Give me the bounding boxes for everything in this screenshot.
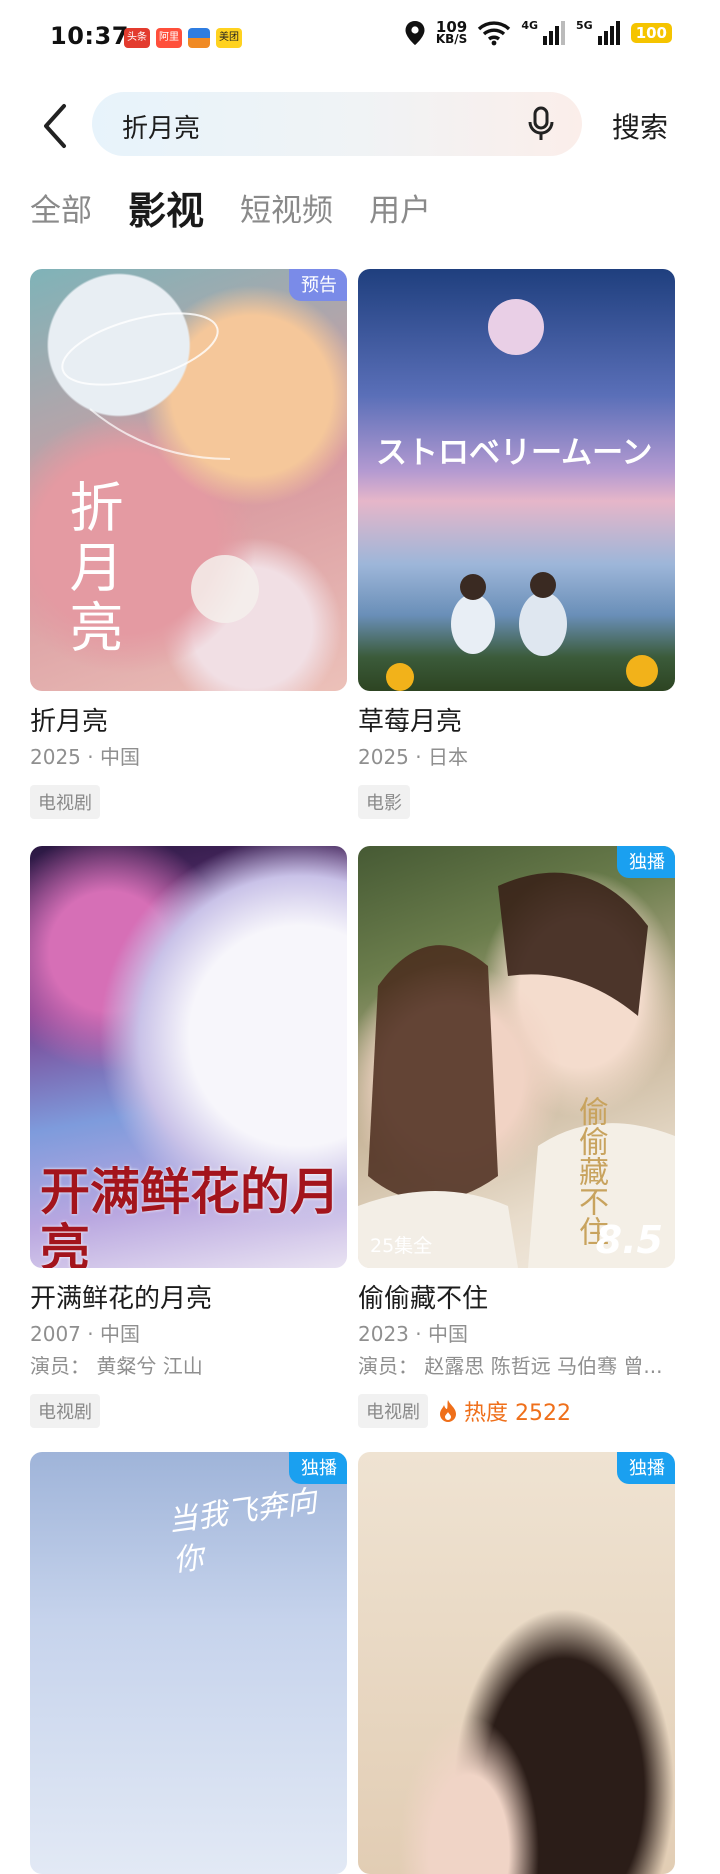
result-meta: 2025 · 中国 (30, 745, 140, 769)
app-icon (188, 28, 210, 48)
battery-icon: 100 (630, 23, 672, 43)
result-meta: 2025 · 日本 (358, 745, 468, 769)
rating-score: 8.5 (595, 1218, 663, 1262)
network-5g-label: 5G (576, 18, 593, 32)
status-time: 10:37 (50, 22, 129, 50)
heat-value: 热度 2522 (464, 1401, 571, 1426)
poster-title: 折月亮 (60, 479, 123, 659)
result-card[interactable]: 开满鲜花的月亮 开满鲜花的月亮 2007 · 中国 演员： 黄粲兮 江山 电视剧 (30, 846, 347, 1428)
result-card[interactable]: 预告 折月亮 折月亮 2025 · 中国 电视剧 (30, 269, 347, 819)
exclusive-tag: 独播 (617, 1452, 675, 1484)
result-cast: 演员： 赵露思 陈哲远 马伯骞 曾... (358, 1354, 663, 1378)
poster-title: 当我飞奔向你 (165, 1483, 319, 1580)
wifi-icon (478, 21, 511, 46)
poster-art (386, 299, 658, 691)
type-tag: 电视剧 (30, 1394, 100, 1428)
result-tabs: 全部 影视 短视频 用户 (30, 180, 467, 236)
poster-image[interactable]: ストロベリームーン (358, 269, 675, 691)
exclusive-tag: 独播 (289, 1452, 347, 1484)
result-cast: 演员： 黄粲兮 江山 (30, 1354, 203, 1378)
result-title[interactable]: 折月亮 (30, 705, 347, 739)
preview-tag: 预告 (289, 269, 347, 301)
ali-icon: 阿里 (156, 28, 182, 48)
status-bar: 10:37 头条 阿里 美团 109 KB/S 4G 5G 100 (0, 0, 720, 80)
poster-image[interactable]: 预告 折月亮 (30, 269, 347, 691)
network-speed: 109 KB/S (435, 18, 468, 46)
poster-title: 开满鲜花的月亮 (40, 1162, 340, 1269)
toutiao-icon: 头条 (124, 28, 150, 48)
result-title[interactable]: 开满鲜花的月亮 (30, 1282, 347, 1316)
search-query[interactable]: 折月亮 (122, 108, 200, 145)
result-card[interactable]: 独播 偷偷藏不住 25集全 8.5 偷偷藏不住 2023 · 中国 演员： 赵露… (358, 846, 675, 1428)
poster-image[interactable]: 独播 偷偷藏不住 25集全 8.5 (358, 846, 675, 1268)
poster-image[interactable]: 独播 当我飞奔向你 (30, 1452, 347, 1874)
poster-art (358, 872, 675, 1268)
meituan-icon: 美团 (216, 28, 242, 48)
result-card[interactable]: ストロベリームーン 草莓月亮 2025 · 日本 电影 (358, 269, 675, 819)
network-4g-label: 4G (521, 18, 538, 32)
exclusive-tag: 独播 (617, 846, 675, 878)
signal-icon (543, 21, 565, 45)
microphone-icon[interactable] (526, 106, 556, 142)
type-tag: 电视剧 (30, 785, 100, 819)
result-meta: 2007 · 中国 (30, 1322, 140, 1346)
tab-users[interactable]: 用户 (369, 186, 431, 236)
result-title[interactable]: 偷偷藏不住 (358, 1282, 675, 1316)
tab-film-tv[interactable]: 影视 (128, 186, 204, 236)
poster-image[interactable]: 独播 (358, 1452, 675, 1874)
heat-indicator: 热度 2522 (438, 1395, 571, 1427)
flame-icon (440, 1400, 456, 1422)
back-arrow-icon[interactable] (34, 100, 78, 152)
episode-count: 25集全 (370, 1235, 433, 1257)
search-input[interactable]: 折月亮 (92, 92, 582, 156)
notification-icons: 头条 阿里 美团 (124, 28, 242, 48)
signal-icon (597, 21, 620, 45)
poster-image[interactable]: 开满鲜花的月亮 (30, 846, 347, 1268)
type-tag: 电视剧 (358, 1394, 428, 1428)
result-card[interactable]: 独播 (358, 1452, 675, 1874)
result-card[interactable]: 独播 当我飞奔向你 (30, 1452, 347, 1874)
location-icon (405, 21, 425, 45)
result-meta: 2023 · 中国 (358, 1322, 468, 1346)
poster-title: ストロベリームーン (376, 435, 653, 471)
tab-all[interactable]: 全部 (30, 186, 92, 236)
result-title[interactable]: 草莓月亮 (358, 705, 675, 739)
search-button[interactable]: 搜索 (612, 106, 668, 146)
tab-short-video[interactable]: 短视频 (240, 186, 333, 236)
type-tag: 电影 (358, 785, 410, 819)
